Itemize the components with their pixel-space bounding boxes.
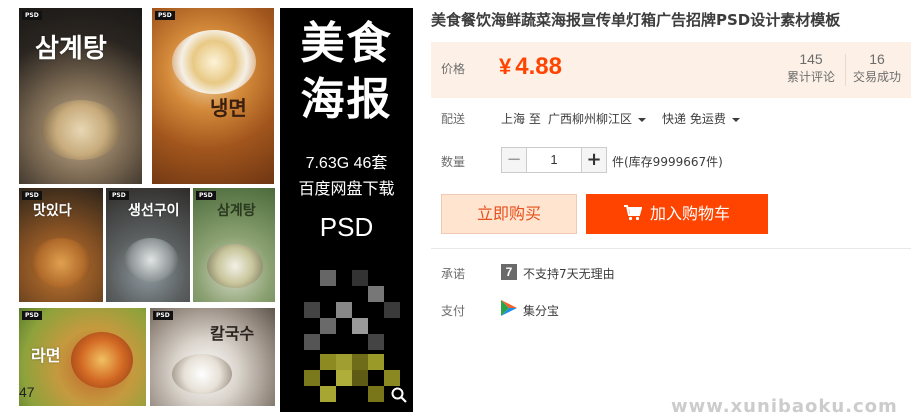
shipping-method: 快递 免运费 xyxy=(662,112,726,126)
sales-label: 交易成功 xyxy=(852,70,901,84)
price-value: ¥4.88 xyxy=(499,51,562,83)
price-panel: 价格 ¥4.88 145 累计评论 16 交易成功 xyxy=(431,42,911,98)
price-amount: 4.88 xyxy=(515,53,562,80)
food-poster-thumbnail: PSD 맛있다 xyxy=(19,188,103,302)
food-bowl-image xyxy=(207,244,263,288)
payment-method: 集分宝 xyxy=(523,304,560,318)
decrease-button[interactable]: − xyxy=(501,147,527,173)
promise-label: 承诺 xyxy=(441,267,466,281)
food-bowl-image xyxy=(31,238,91,288)
add-to-cart-button[interactable]: 加入购物车 xyxy=(586,194,768,234)
food-poster-thumbnail: PSD 칼국수 xyxy=(150,308,275,406)
food-poster-thumbnail: PSD 생선구이 xyxy=(106,188,190,302)
poster-calligraphy: 냉면 xyxy=(210,96,247,120)
stock-info: 件(库存9999667件) xyxy=(612,155,723,169)
reviews-label: 累计评论 xyxy=(786,70,835,84)
product-title: 美食餐饮海鲜蔬菜海报宣传单灯箱广告招牌PSD设计素材模板 xyxy=(431,11,841,29)
poster-count-label: 47 xyxy=(19,384,35,400)
add-to-cart-label: 加入购物车 xyxy=(649,204,730,223)
seven-day-badge-icon: 7 xyxy=(501,264,517,280)
buy-now-button[interactable]: 立即购买 xyxy=(441,194,577,234)
quantity-stepper: − 1 + xyxy=(501,147,607,173)
food-bowl-image xyxy=(172,354,232,394)
banner-title-line2: 海报 xyxy=(300,74,393,125)
food-bowl-image xyxy=(124,238,178,282)
food-bowl-image xyxy=(41,100,121,160)
banner-spec: 7.63G 46套 xyxy=(305,155,388,172)
stat-divider xyxy=(845,54,846,86)
poster-calligraphy: 삼계탕 xyxy=(35,34,107,64)
promo-banner: 美食 海报 7.63G 46套 百度网盘下载 PSD xyxy=(280,8,413,412)
quantity-input[interactable]: 1 xyxy=(527,147,581,173)
poster-calligraphy: 삼계탕 xyxy=(217,203,256,219)
site-watermark: www.xunibaoku.com xyxy=(671,396,898,417)
poster-calligraphy: 라면 xyxy=(31,346,61,365)
promise-text[interactable]: 不支持7天无理由 xyxy=(523,265,615,282)
product-page: PSD 삼계탕 PSD 냉면 PSD 맛있다 PSD 생선구이 PSD 삼계탕 … xyxy=(0,0,922,419)
product-main-image[interactable]: PSD 삼계탕 PSD 냉면 PSD 맛있다 PSD 생선구이 PSD 삼계탕 … xyxy=(10,6,413,412)
chevron-down-icon xyxy=(638,117,647,122)
psd-tag: PSD xyxy=(22,11,42,20)
psd-tag: PSD xyxy=(22,191,42,200)
payment-label: 支付 xyxy=(441,304,466,318)
poster-calligraphy: 칼국수 xyxy=(210,324,255,343)
reviews-count: 145 xyxy=(799,51,823,67)
qr-code-icon xyxy=(304,262,400,402)
cart-icon xyxy=(623,205,642,221)
food-poster-thumbnail: PSD 냉면 xyxy=(152,8,274,184)
poster-calligraphy: 맛있다 xyxy=(33,203,72,219)
sales-stat: 16 交易成功 xyxy=(849,50,905,86)
psd-tag: PSD xyxy=(153,311,173,320)
jifenbao-icon xyxy=(501,300,517,316)
currency-symbol: ¥ xyxy=(499,54,512,79)
food-bowl-image xyxy=(172,30,256,94)
shipping-destination: 广西柳州柳江区 xyxy=(548,112,633,126)
psd-tag: PSD xyxy=(22,311,42,320)
banner-title-line1: 美食 xyxy=(300,18,393,69)
psd-tag: PSD xyxy=(155,11,175,20)
psd-tag: PSD xyxy=(196,191,216,200)
psd-tag: PSD xyxy=(109,191,129,200)
banner-format: PSD xyxy=(319,212,374,242)
sales-count: 16 xyxy=(869,51,885,67)
reviews-stat[interactable]: 145 累计评论 xyxy=(781,50,841,86)
price-label: 价格 xyxy=(441,62,466,76)
chevron-down-icon xyxy=(731,117,740,122)
shipping-label: 配送 xyxy=(441,112,466,126)
banner-download-text: 百度网盘下载 xyxy=(298,179,395,198)
poster-calligraphy: 생선구이 xyxy=(128,203,180,219)
food-poster-thumbnail: PSD 삼계탕 xyxy=(193,188,275,302)
shipping-destination-select[interactable]: 广西柳州柳江区 xyxy=(548,110,647,127)
food-poster-thumbnail: PSD 라면 xyxy=(19,308,146,406)
shipping-method-select[interactable]: 快递 免运费 xyxy=(662,110,740,127)
quantity-label: 数量 xyxy=(441,155,466,169)
section-divider xyxy=(431,248,911,249)
food-poster-thumbnail: PSD 삼계탕 xyxy=(19,8,142,184)
increase-button[interactable]: + xyxy=(581,147,607,173)
food-bowl-image xyxy=(71,332,133,388)
shipping-from: 上海 至 xyxy=(501,112,541,126)
magnifier-icon[interactable] xyxy=(390,386,408,404)
